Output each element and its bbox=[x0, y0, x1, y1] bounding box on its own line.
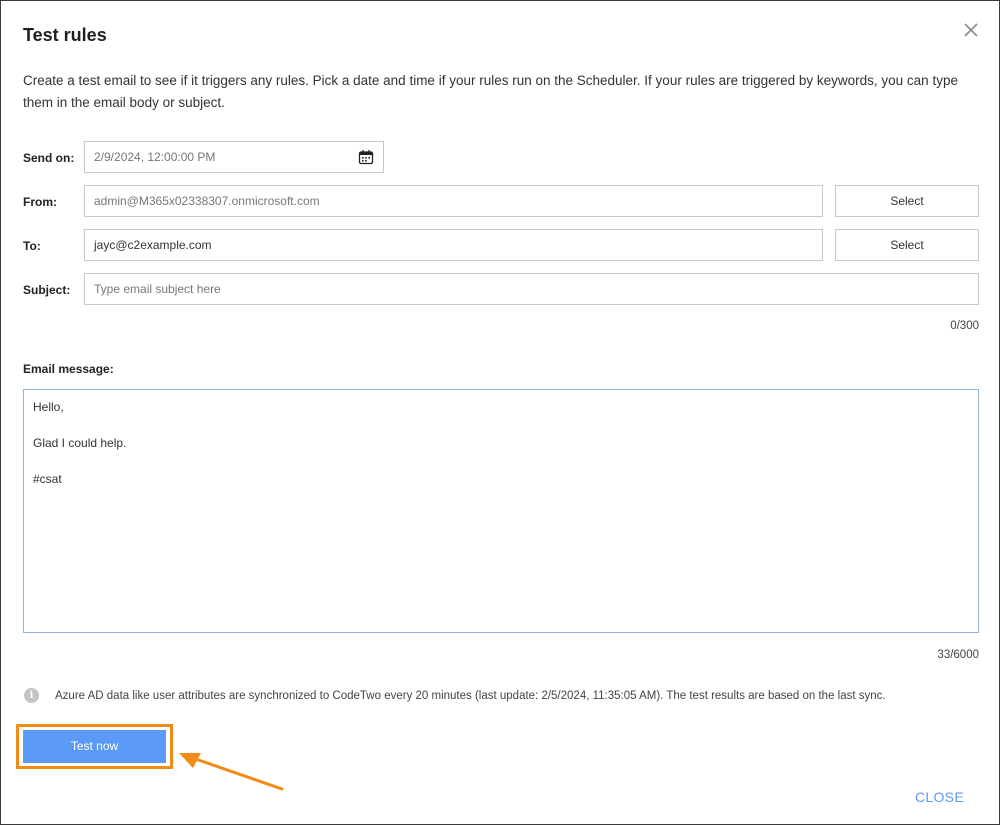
email-message-label: Email message: bbox=[23, 362, 114, 376]
subject-counter: 0/300 bbox=[950, 320, 979, 332]
annotation-arrow-icon bbox=[179, 753, 284, 791]
intro-text: Create a test email to see if it trigger… bbox=[23, 73, 958, 110]
test-now-button[interactable]: Test now bbox=[23, 730, 166, 763]
subject-input[interactable]: Type email subject here bbox=[84, 273, 979, 305]
to-field[interactable]: jayc@c2example.com bbox=[84, 229, 823, 261]
subject-label: Subject: bbox=[23, 283, 71, 297]
message-counter: 33/6000 bbox=[937, 649, 979, 661]
to-label: To: bbox=[23, 239, 41, 253]
send-on-value: 2/9/2024, 12:00:00 PM bbox=[94, 150, 216, 164]
send-on-field[interactable]: 2/9/2024, 12:00:00 PM bbox=[84, 141, 384, 173]
sync-info-text: Azure AD data like user attributes are s… bbox=[55, 690, 886, 702]
message-line: #csat bbox=[33, 472, 62, 486]
close-icon[interactable] bbox=[962, 21, 980, 39]
close-button[interactable]: CLOSE bbox=[915, 789, 964, 805]
email-message-textarea[interactable]: Hello, Glad I could help. #csat bbox=[23, 389, 979, 633]
message-line: Hello, bbox=[33, 400, 64, 414]
message-line bbox=[33, 452, 969, 470]
from-label: From: bbox=[23, 195, 57, 209]
to-select-button[interactable]: Select bbox=[835, 229, 979, 261]
info-icon: i bbox=[24, 688, 39, 703]
from-field[interactable]: admin@M365x02338307.onmicrosoft.com bbox=[84, 185, 823, 217]
from-select-button[interactable]: Select bbox=[835, 185, 979, 217]
dialog-title: Test rules bbox=[23, 25, 107, 45]
test-rules-dialog: Test rules Create a test email to see if… bbox=[0, 0, 1000, 825]
calendar-icon[interactable] bbox=[358, 149, 374, 165]
message-line: Glad I could help. bbox=[33, 436, 127, 450]
message-line bbox=[33, 416, 969, 434]
send-on-label: Send on: bbox=[23, 151, 75, 165]
